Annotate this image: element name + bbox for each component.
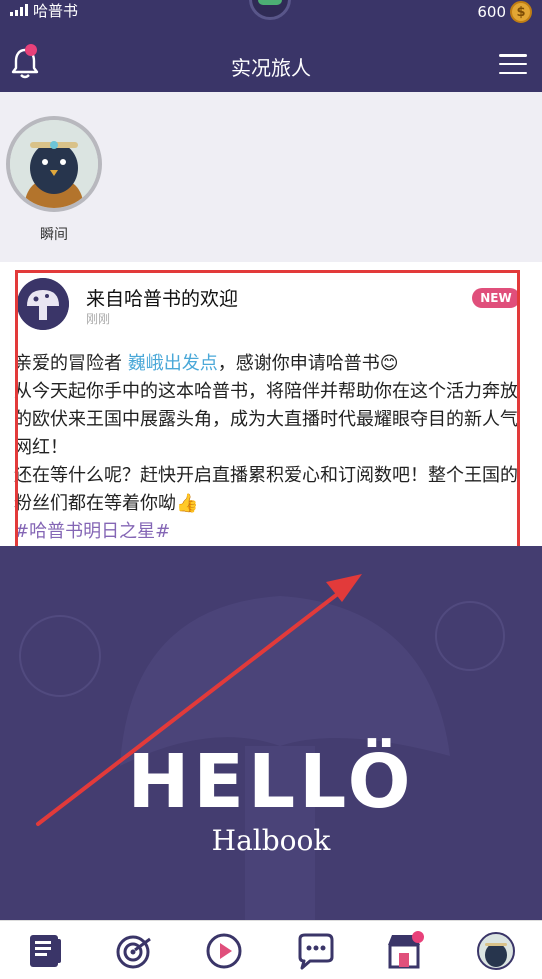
page-title: 实况旅人	[231, 56, 311, 80]
story-label: 瞬间	[40, 227, 68, 243]
post-line-3: 还在等什么呢？赶快开启直播累积爱心和订阅数吧！整个王国的粉丝们都在等着你呦👍	[14, 465, 518, 514]
post-body: 亲爱的冒险者 巍峨出发点，感谢你申请哈普书😊 从今天起你手中的这本哈普书，将陪伴…	[14, 350, 522, 546]
greeting-text: 亲爱的冒险者	[14, 353, 128, 374]
hashtag-link[interactable]: #哈普书明日之星#	[14, 518, 522, 546]
top-bar: 哈普书 600 $ 实况旅人	[0, 0, 542, 92]
bird-avatar-icon	[10, 120, 98, 208]
post-line-1: 亲爱的冒险者 巍峨出发点，感谢你申请哈普书😊	[14, 350, 522, 378]
banner-background	[0, 546, 542, 920]
profile-icon[interactable]	[476, 931, 516, 971]
post-timestamp: 刚刚	[86, 312, 111, 326]
coin-balance: 600 $	[477, 1, 532, 23]
chat-icon[interactable]	[296, 931, 336, 971]
shop-notification-dot	[412, 931, 424, 943]
status-bar-left: 哈普书	[10, 0, 78, 20]
play-icon[interactable]	[204, 931, 244, 971]
new-badge: NEW	[472, 288, 520, 308]
recording-indicator-icon	[249, 0, 291, 20]
target-icon[interactable]	[114, 931, 154, 971]
post-card[interactable]: 来自哈普书的欢迎 刚刚 NEW 亲爱的冒险者 巍峨出发点，感谢你申请哈普书😊 从…	[0, 262, 542, 552]
signal-icon	[10, 4, 28, 16]
bottom-tab-bar	[0, 920, 542, 979]
user-mention-link[interactable]: 巍峨出发点	[128, 353, 218, 374]
book-icon[interactable]	[25, 931, 65, 971]
carrier-name: 哈普书	[33, 1, 79, 20]
menu-icon[interactable]	[499, 54, 527, 74]
story-avatar[interactable]	[6, 116, 102, 212]
mushroom-logo-icon	[17, 278, 69, 330]
story-strip: 瞬间	[0, 92, 542, 256]
coin-icon: $	[510, 1, 532, 23]
thanks-text: ，感谢你申请哈普书😊	[217, 353, 399, 374]
post-title: 来自哈普书的欢迎	[86, 288, 239, 310]
banner-title: HELLÖ	[127, 739, 415, 825]
coin-count: 600	[477, 3, 506, 21]
post-author-avatar[interactable]	[17, 278, 69, 330]
post-line-2: 从今天起你手中的这本哈普书，将陪伴并帮助你在这个活力奔放的欧伏来王国中展露头角，…	[14, 381, 518, 458]
hello-banner[interactable]: HELLÖ Halbook	[0, 546, 542, 920]
banner-subtitle: Halbook	[211, 824, 331, 857]
